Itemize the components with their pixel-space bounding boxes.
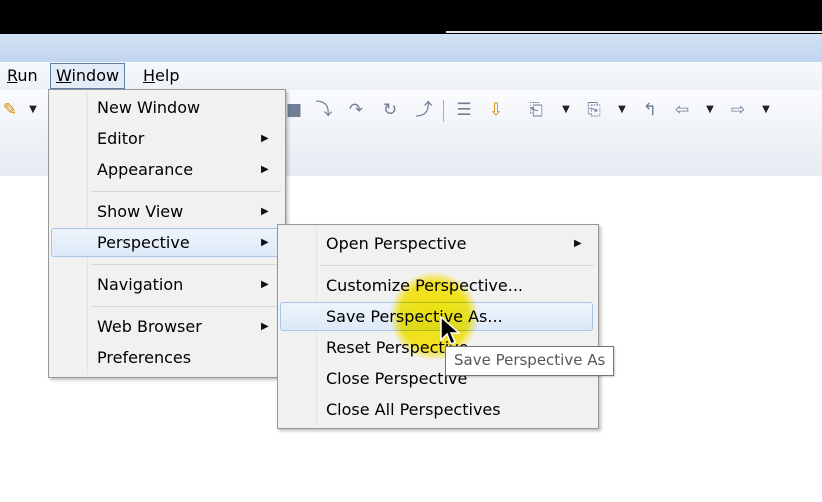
menu-item-label: Preferences [97, 348, 192, 367]
chevron-down-icon[interactable]: ▼ [760, 98, 772, 122]
menu-item-label: Perspective [97, 233, 190, 252]
step-return-icon[interactable]: ↻ [380, 98, 400, 122]
menu-run-label: un [17, 66, 38, 85]
menu-item-label: New Window [97, 98, 201, 117]
menu-separator [91, 191, 281, 192]
submenu-arrow-icon: ▶ [261, 206, 269, 217]
window-menu: New Window Editor ▶ Appearance ▶ Show Vi… [48, 89, 286, 378]
menu-item-web-browser[interactable]: Web Browser ▶ [51, 312, 283, 341]
back-arrow-icon[interactable]: ⇦ [672, 98, 692, 122]
menu-help[interactable]: Help [138, 64, 184, 88]
submenu-arrow-icon: ▶ [574, 238, 582, 249]
menu-item-label: Open Perspective [326, 234, 467, 253]
menu-item-label: Appearance [97, 160, 194, 179]
step-over-icon[interactable]: ↷ [346, 98, 366, 122]
menu-item-navigation[interactable]: Navigation ▶ [51, 270, 283, 299]
forward-arrow-icon[interactable]: ⇨ [728, 98, 748, 122]
menu-separator [91, 306, 281, 307]
top-bar-line [446, 31, 822, 33]
window-title-bar [0, 34, 822, 62]
submenu-arrow-icon: ▶ [261, 164, 269, 175]
chevron-down-icon[interactable]: ▼ [616, 98, 628, 122]
next-annotation-icon[interactable]: ⇩ [486, 98, 506, 122]
menu-run[interactable]: Run [2, 64, 43, 88]
menu-item-label: Web Browser [97, 317, 202, 336]
menu-item-open-perspective[interactable]: Open Perspective ▶ [280, 229, 596, 258]
chevron-down-icon[interactable]: ▼ [27, 98, 39, 122]
step-into-icon[interactable]: ⤵ [314, 98, 334, 122]
screen-top-bar [0, 0, 822, 34]
menu-separator [91, 264, 281, 265]
mouse-pointer-icon [440, 316, 461, 346]
menu-window-label: indow [71, 66, 120, 85]
submenu-arrow-icon: ▶ [261, 237, 269, 248]
menu-window[interactable]: Window [50, 63, 126, 89]
menu-help-label: elp [155, 66, 180, 85]
submenu-arrow-icon: ▶ [261, 133, 269, 144]
menu-item-perspective[interactable]: Perspective ▶ [51, 228, 281, 257]
menu-item-show-view[interactable]: Show View ▶ [51, 197, 283, 226]
toolbar-separator [443, 100, 444, 122]
submenu-arrow-icon: ▶ [261, 279, 269, 290]
submenu-arrow-icon: ▶ [261, 321, 269, 332]
menu-item-close-all-perspectives[interactable]: Close All Perspectives [280, 395, 596, 424]
menu-item-new-window[interactable]: New Window [51, 93, 283, 122]
menu-item-label: Editor [97, 129, 145, 148]
menu-separator [320, 265, 594, 266]
menu-item-label: Show View [97, 202, 184, 221]
menu-item-appearance[interactable]: Appearance ▶ [51, 155, 283, 184]
tooltip: Save Perspective As [445, 346, 615, 376]
menu-item-editor[interactable]: Editor ▶ [51, 124, 283, 153]
menu-item-label: Close All Perspectives [326, 400, 501, 419]
drop-to-frame-icon[interactable]: ⤴ [414, 98, 434, 122]
list-icon[interactable]: ☰ [454, 98, 474, 122]
stop-icon[interactable]: ■ [284, 98, 304, 122]
chevron-down-icon[interactable]: ▼ [560, 98, 572, 122]
next-edit-icon[interactable]: ⎘ [584, 98, 604, 122]
prev-edit-icon[interactable]: ⎗ [526, 98, 546, 122]
chevron-down-icon[interactable]: ▼ [704, 98, 716, 122]
menu-bar: Run Window Help [0, 62, 822, 90]
wand-icon[interactable]: ✎ [0, 98, 20, 122]
menu-item-label: Navigation [97, 275, 184, 294]
menu-item-preferences[interactable]: Preferences [51, 343, 283, 372]
last-edit-location-icon[interactable]: ↰ [640, 98, 660, 122]
